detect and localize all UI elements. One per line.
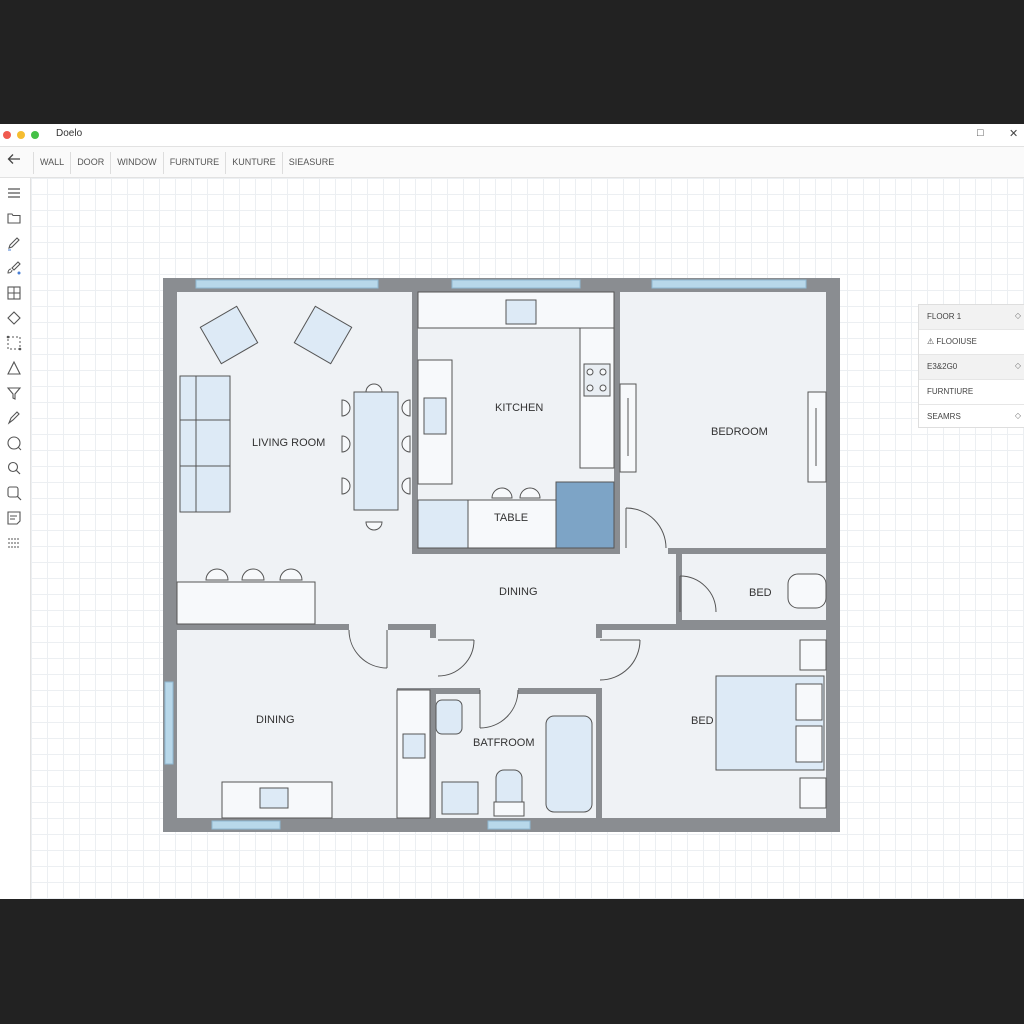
maximize-button[interactable]: □ [977, 127, 984, 139]
chevron-icon[interactable]: ◇ [1015, 411, 1021, 420]
label-bedroom: BEDROOM [711, 426, 768, 438]
arrow-left-icon [7, 154, 20, 164]
app-title: Doelo [56, 128, 83, 139]
folder-icon[interactable] [5, 209, 23, 227]
label-dining-lower: DINING [256, 714, 295, 726]
label-table: TABLE [494, 512, 528, 524]
pencil-icon[interactable] [5, 234, 23, 252]
triangle-icon[interactable] [5, 359, 23, 377]
label-bed-lower: BED [691, 715, 714, 727]
layers-panel: FLOOR 1 ◇ ⚠ FLOOIUSE E3&2G0 ◇ FURNTIURE … [918, 304, 1024, 428]
label-bathroom: BATFROOM [473, 737, 535, 749]
chevron-icon[interactable]: ◇ [1015, 311, 1021, 320]
list-icon[interactable] [5, 534, 23, 552]
label-dining-center: DINING [499, 586, 538, 598]
search-icon[interactable] [5, 459, 23, 477]
layer-flooiuse[interactable]: ⚠ FLOOIUSE [919, 330, 1024, 355]
label-bed-small: BED [749, 587, 772, 599]
menu-icon[interactable] [5, 184, 23, 202]
note-icon[interactable] [5, 509, 23, 527]
brush-icon[interactable] [5, 259, 23, 277]
layer-label: E3&2G0 [927, 362, 958, 371]
drawing-canvas[interactable]: LIVING ROOM KITCHEN TABLE BEDROOM DINING… [31, 178, 1024, 899]
maximize-dot[interactable] [31, 131, 39, 139]
circle-icon[interactable] [5, 434, 23, 452]
close-dot[interactable] [3, 131, 11, 139]
layer-label: FLOOR 1 [927, 312, 962, 321]
layer-label: SEAMRS [927, 412, 961, 421]
tab-kunture[interactable]: KUNTURE [225, 152, 282, 174]
layer-furniture[interactable]: FURNTIURE [919, 380, 1024, 405]
tab-window[interactable]: WINDOW [110, 152, 163, 174]
zoom-icon[interactable] [5, 484, 23, 502]
warning-icon: ⚠ [927, 337, 935, 346]
app-window: Doelo □ ✕ WALL DOOR WINDOW FURNTURE KUNT… [0, 124, 1024, 899]
tab-furniture[interactable]: FURNTURE [162, 152, 226, 174]
layer-label: FLOOIUSE [936, 337, 977, 346]
label-living-room: LIVING ROOM [252, 437, 325, 449]
close-button[interactable]: ✕ [1009, 127, 1018, 140]
layer-floor-1[interactable]: FLOOR 1 ◇ [919, 305, 1024, 330]
tab-wall[interactable]: WALL [33, 152, 70, 174]
grid-icon[interactable] [5, 284, 23, 302]
tab-measure[interactable]: SIEASURE [281, 152, 341, 174]
diamond-icon[interactable] [5, 309, 23, 327]
minimize-dot[interactable] [17, 131, 25, 139]
pen-icon[interactable] [5, 409, 23, 427]
title-bar: Doelo □ ✕ [0, 124, 1024, 147]
label-kitchen: KITCHEN [495, 402, 543, 414]
tab-door[interactable]: DOOR [70, 152, 110, 174]
floor-plan: LIVING ROOM KITCHEN TABLE BEDROOM DINING… [163, 278, 840, 832]
tool-tabs: WALL DOOR WINDOW FURNTURE KUNTURE SIEASU… [33, 152, 340, 174]
layer-e3[interactable]: E3&2G0 ◇ [919, 355, 1024, 380]
chevron-icon[interactable]: ◇ [1015, 361, 1021, 370]
selection-icon[interactable] [5, 334, 23, 352]
layer-label: FURNTIURE [927, 387, 974, 396]
filter-icon[interactable] [5, 384, 23, 402]
layer-seamrs[interactable]: SEAMRS ◇ [919, 405, 1024, 429]
toolbar: WALL DOOR WINDOW FURNTURE KUNTURE SIEASU… [0, 147, 1024, 178]
back-button[interactable] [4, 152, 24, 169]
tool-sidebar [0, 178, 31, 899]
